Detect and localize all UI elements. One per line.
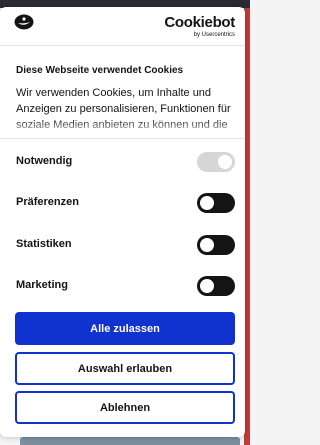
toggle-label-marketing: Marketing [16,279,68,291]
brand-subtitle: by Usercentrics [193,32,235,38]
cookiebot-logo-icon [14,14,34,35]
toggle-knob [200,238,214,252]
cookiebot-brand[interactable]: Cookiebot by Usercentrics [164,15,235,39]
dialog-header: Cookiebot by Usercentrics [0,7,245,46]
brand-name: Cookiebot [164,14,235,31]
toggle-row-necessary: Notwendig [0,150,245,174]
toggle-label-preferences: Präferenzen [16,196,79,208]
background-content-peek [20,437,240,445]
toggle-row-preferences: Präferenzen [0,191,245,215]
allow-all-button[interactable]: Alle zulassen [15,312,235,345]
toggle-knob [218,155,232,169]
toggle-label-statistics: Statistiken [16,238,72,250]
deny-button[interactable]: Ablehnen [15,391,235,424]
toggle-necessary [197,152,235,172]
description-fade [0,119,245,137]
toggle-statistics[interactable] [197,235,235,255]
cookie-consent-dialog: Cookiebot by Usercentrics Diese Webseite… [0,7,245,437]
toggle-row-marketing: Marketing [0,274,245,298]
toggle-knob [200,279,214,293]
allow-selection-button[interactable]: Auswahl erlauben [15,352,235,385]
toggle-row-statistics: Statistiken [0,233,245,257]
divider [0,138,245,139]
toggle-knob [200,196,214,210]
toggle-marketing[interactable] [197,276,235,296]
consent-title: Diese Webseite verwendet Cookies [16,65,184,76]
toggle-label-necessary: Notwendig [16,155,73,167]
toggle-preferences[interactable] [197,193,235,213]
